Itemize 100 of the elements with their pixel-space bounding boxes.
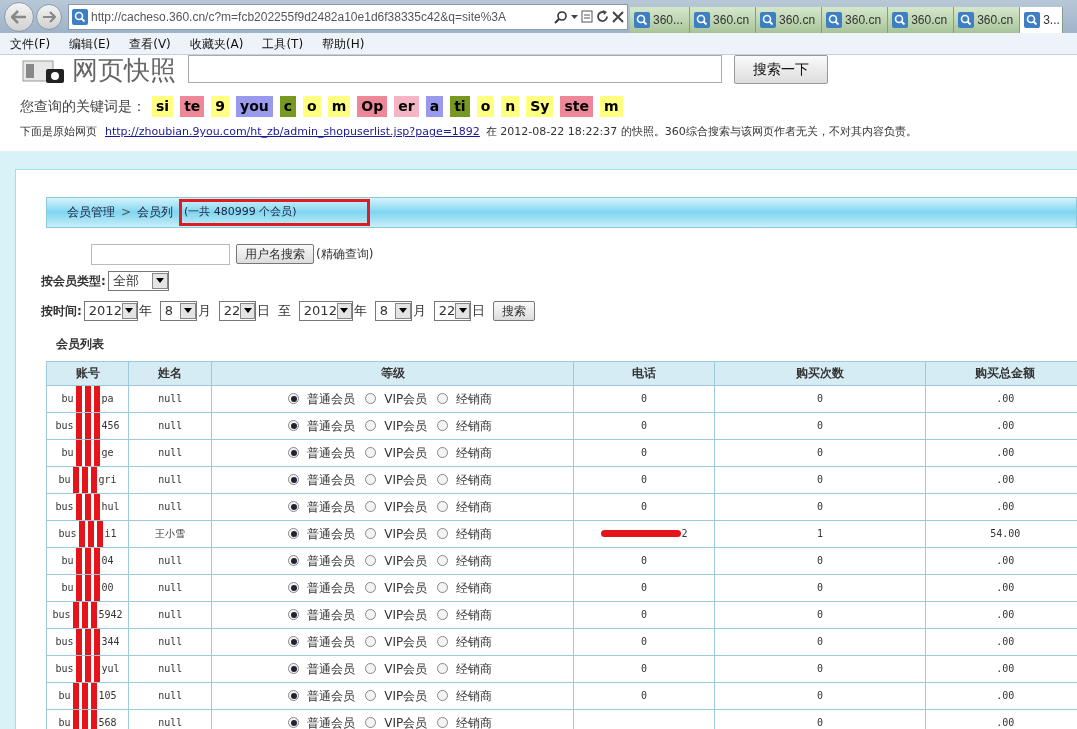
browser-tab[interactable]: 360.cn (954, 7, 1021, 33)
level-radio[interactable] (288, 609, 300, 620)
forward-button[interactable] (36, 3, 62, 30)
level-radio[interactable] (437, 447, 449, 458)
level-radio[interactable] (288, 447, 300, 458)
caret-icon[interactable] (571, 14, 578, 19)
menu-item[interactable]: 文件(F) (10, 34, 51, 53)
level-radio[interactable] (437, 609, 449, 620)
level-label: VIP会员 (384, 390, 428, 408)
level-radio[interactable] (437, 501, 449, 512)
level-radio[interactable] (437, 690, 449, 701)
level-label: 普通会员 (307, 552, 356, 570)
select-field[interactable]: 8 (374, 300, 412, 321)
select-field[interactable]: 8 (159, 300, 197, 321)
level-radio[interactable] (365, 663, 377, 674)
snapshot-title: 网页快照 (72, 57, 176, 83)
redaction-mark (74, 412, 101, 439)
account-cell: bus 456 (46, 412, 129, 439)
select-field[interactable]: 全部 (107, 270, 169, 291)
menu-item[interactable]: 编辑(E) (69, 34, 111, 53)
refresh-icon[interactable] (596, 10, 609, 23)
level-radio[interactable] (288, 663, 300, 674)
select-field[interactable]: 22 (218, 300, 256, 321)
level-radio[interactable] (365, 690, 377, 701)
keyword-highlight: a (425, 96, 444, 117)
browser-tab[interactable]: 360... (630, 7, 691, 33)
level-radio[interactable] (288, 582, 300, 593)
select-field[interactable]: 2012 (83, 300, 138, 321)
menu-item[interactable]: 工具(T) (262, 34, 304, 53)
level-label: 经销商 (456, 660, 493, 678)
level-radio[interactable] (365, 393, 377, 404)
caret-icon (243, 308, 252, 313)
level-radio[interactable] (288, 501, 300, 512)
purchase-count-cell: 0 (714, 655, 926, 682)
keyword-highlight: n (501, 96, 520, 117)
browser-tab[interactable]: 360.cn (888, 7, 955, 33)
compat-icon[interactable] (581, 10, 593, 23)
level-radio[interactable] (288, 474, 300, 485)
level-radio[interactable] (437, 555, 449, 566)
level-radio[interactable] (365, 555, 377, 566)
level-radio[interactable] (437, 528, 449, 539)
level-radio[interactable] (437, 474, 449, 485)
menu-item[interactable]: 帮助(H) (322, 34, 365, 53)
level-radio[interactable] (437, 717, 449, 728)
level-radio[interactable] (288, 717, 300, 728)
level-radio[interactable] (437, 663, 449, 674)
column-header: 等级 (211, 361, 574, 385)
purchase-count-cell: 0 (714, 439, 926, 466)
level-radio[interactable] (365, 474, 377, 485)
keyword-highlight: o (303, 96, 321, 117)
level-radio[interactable] (437, 582, 449, 593)
level-radio[interactable] (365, 420, 377, 431)
level-radio[interactable] (365, 636, 377, 647)
username-field[interactable] (91, 243, 230, 265)
browser-tab[interactable]: 360.cn (756, 7, 823, 33)
level-radio[interactable] (288, 690, 300, 701)
level-radio[interactable] (437, 393, 449, 404)
browser-tab[interactable]: 360.cn (822, 7, 889, 33)
time-search-button[interactable]: 搜索 (492, 300, 535, 321)
keyword-highlight: ti (450, 96, 470, 117)
level-radio[interactable] (365, 717, 377, 728)
tab-search-icon (826, 12, 843, 28)
redaction-mark (74, 655, 101, 682)
breadcrumb-item[interactable]: 会员管理 (67, 203, 115, 221)
close-icon[interactable] (612, 10, 624, 23)
account-cell: bu pa (46, 385, 129, 412)
snapshot-search-field[interactable] (188, 55, 722, 83)
breadcrumb-item[interactable]: 会员列 (137, 203, 174, 221)
level-radio[interactable] (288, 393, 300, 404)
level-radio[interactable] (365, 528, 377, 539)
level-radio[interactable] (437, 420, 449, 431)
level-label: 普通会员 (307, 687, 356, 705)
browser-tab[interactable]: 3... (1020, 7, 1063, 33)
browser-tab[interactable]: 360.cn (690, 7, 757, 33)
source-link[interactable]: http://zhoubian.9you.com/ht_zb/admin_shopuserlist.jsp?page=1892 (105, 124, 480, 141)
select-field[interactable]: 2012 (298, 300, 353, 321)
level-radio[interactable] (365, 609, 377, 620)
keyword-highlight: 9 (211, 96, 230, 117)
username-search-button[interactable]: 用户名搜索 (236, 244, 314, 264)
date-unit: 月 (197, 301, 211, 320)
level-radio[interactable] (288, 528, 300, 539)
menu-item[interactable]: 收藏夹(A) (189, 34, 244, 53)
search-icon[interactable] (554, 9, 568, 24)
level-radio[interactable] (288, 555, 300, 566)
level-radio[interactable] (288, 636, 300, 647)
account-cell: bus hul (46, 493, 129, 520)
level-radio[interactable] (437, 636, 449, 647)
redaction-mark (71, 601, 98, 628)
address-bar[interactable]: http://cacheso.360.cn/c?m=fcb202255f9d2482a10e1d6f38335c42&q=site%3A (68, 3, 628, 30)
snapshot-search-button[interactable]: 搜索一下 (734, 55, 828, 84)
select-field[interactable]: 22 (433, 300, 471, 321)
level-radio[interactable] (288, 420, 300, 431)
back-button[interactable] (4, 1, 34, 32)
level-radio[interactable] (365, 501, 377, 512)
search-hint: (精确查询) (316, 246, 374, 263)
column-header: 购买次数 (714, 361, 926, 385)
menu-item[interactable]: 查看(V) (129, 34, 171, 53)
level-radio[interactable] (365, 582, 377, 593)
level-radio[interactable] (365, 447, 377, 458)
account-cell: bu 04 (46, 547, 129, 574)
